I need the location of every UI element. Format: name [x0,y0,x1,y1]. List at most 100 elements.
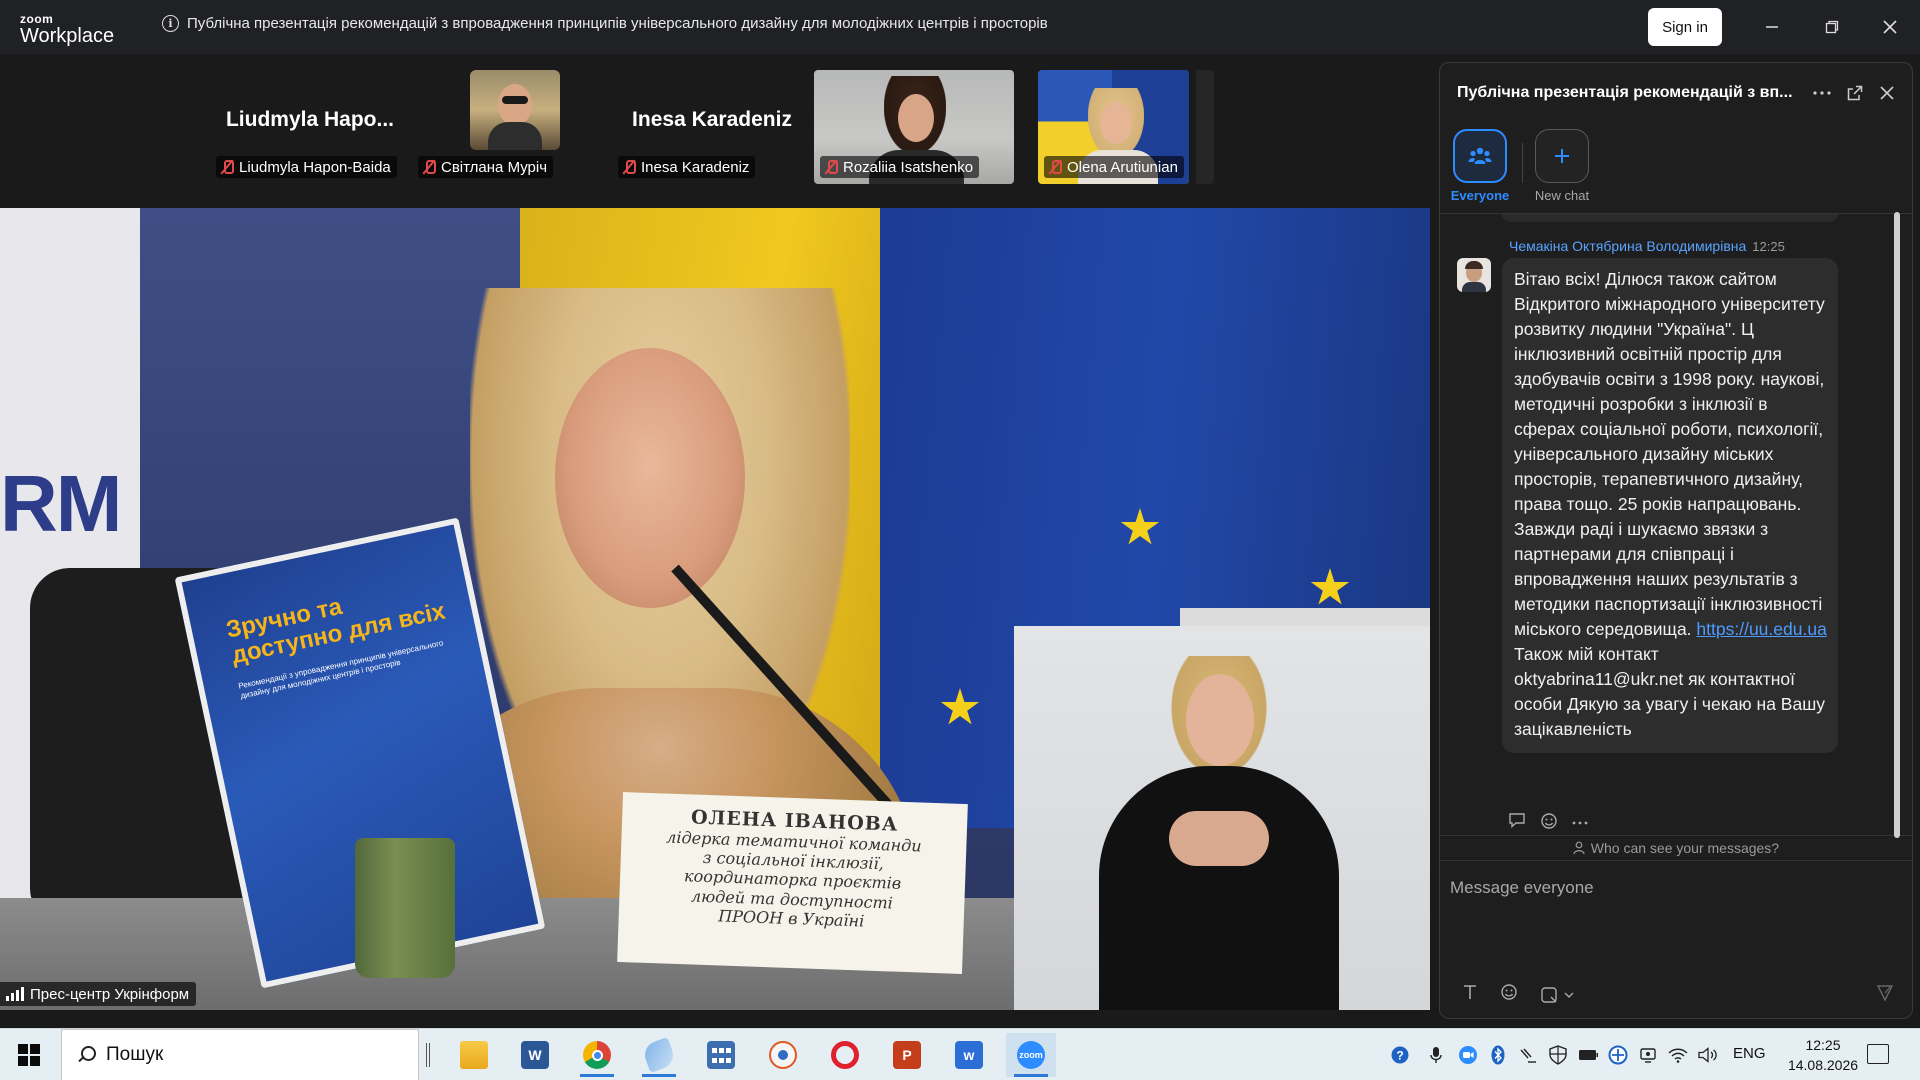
word-icon[interactable]: W [510,1033,560,1077]
notifications-icon[interactable] [1867,1044,1889,1064]
participant-label-text: Світлана Муріч [441,158,548,176]
send-icon[interactable] [1870,979,1900,1007]
help-icon[interactable]: ? [1390,1044,1410,1066]
sign-in-button[interactable]: Sign in [1648,8,1722,46]
logo-zoom-text: zoom [20,12,54,26]
participant-tile[interactable]: Liudmyla Hapo... Liudmyla Hapon-Baida [210,70,410,184]
meeting-info[interactable]: i Публічна презентація рекомендацій з вп… [162,15,1048,32]
taskbar-clock[interactable]: 12:25 14.08.2026 [1775,1035,1871,1075]
participant-name-big: Inesa Karadeniz [632,108,792,131]
paint-icon[interactable] [634,1033,684,1077]
microphone-tray-icon[interactable] [1426,1044,1446,1066]
participant-name-big: Liudmyla Hapo... [225,108,395,131]
person-lock-icon [1573,841,1585,855]
message-bubble[interactable]: Вітаю всіх! Ділюся також сайтом Відкрито… [1502,258,1838,753]
file-explorer-icon[interactable] [449,1033,499,1077]
bluetooth-icon[interactable] [1488,1044,1508,1066]
device-icon[interactable] [1638,1044,1658,1066]
photos-icon[interactable] [758,1033,808,1077]
title-bar: zoom Workplace i Публічна презентація ре… [0,0,1920,54]
video-caption: Прес-центр Укрінформ [0,982,197,1006]
chrome-icon[interactable] [572,1033,622,1077]
participant-strip: Liudmyla Hapo... Liudmyla Hapon-Baida Св… [0,54,1432,204]
close-chat-icon[interactable] [1875,81,1899,105]
who-can-see-text[interactable]: Who can see your messages? [1591,840,1779,856]
message-link[interactable]: https://uu.edu.ua [1696,619,1826,639]
participant-tile[interactable]: Світлана Муріч [412,70,567,184]
taskbar-search[interactable]: Пошук [61,1029,419,1080]
zoom-app-icon[interactable]: zoom [1006,1033,1056,1077]
participant-label-text: Rozaliia Isatshenko [843,158,974,176]
participant-label-text: Liudmyla Hapon-Baida [239,158,391,176]
chat-title: Публічна презентація рекомендацій з вп..… [1457,84,1793,101]
tab-everyone[interactable]: Everyone [1440,129,1520,203]
message-input[interactable] [1450,873,1890,903]
wifi-icon[interactable] [1668,1044,1688,1066]
speaker-face [555,348,745,608]
vpn-icon[interactable] [1608,1044,1628,1066]
message-sender-name[interactable]: Чемакіна Октябрина Володимирівна [1509,238,1746,254]
participant-label: Olena Arutiunian [1044,156,1184,178]
participant-tile[interactable]: Rozaliia Isatshenko [814,70,1014,184]
who-can-see-messages[interactable]: Who can see your messages? [1440,835,1912,861]
participant-tile[interactable]: Olena Arutiunian [1038,70,1189,184]
compose-toolbar [1462,983,1574,1006]
mic-off-icon [824,159,838,175]
windows-start-icon[interactable] [18,1044,40,1066]
reply-icon[interactable] [1508,812,1526,834]
calculator-icon[interactable] [696,1033,746,1077]
previous-message-bubble [1500,214,1840,222]
close-window-icon[interactable] [1870,12,1910,42]
zoom-tray-icon[interactable] [1458,1044,1478,1066]
screenshot-icon[interactable] [1540,986,1574,1004]
powerpoint-icon[interactable]: P [882,1033,932,1077]
svg-text:?: ? [1396,1049,1403,1063]
message-more-icon[interactable] [1572,812,1588,834]
mic-off-icon [622,159,636,175]
strip-scroll-handle[interactable] [1196,70,1214,184]
chat-scrollbar[interactable] [1894,212,1900,838]
mic-off-icon [422,159,436,175]
main-video[interactable]: RM Зручно та доступно для всіх Рекоменда… [0,208,1430,1010]
battery-icon[interactable] [1578,1044,1598,1066]
clock-date: 14.08.2026 [1787,1057,1859,1073]
emoji-icon[interactable] [1500,983,1518,1006]
restore-icon[interactable] [1812,12,1852,42]
participant-tile[interactable]: Inesa Karadeniz Inesa Karadeniz [612,70,812,184]
logo-workplace-text: Workplace [20,25,115,47]
chat-header: Публічна презентація рекомендацій з вп..… [1440,63,1912,123]
interpreter-face [1186,674,1254,766]
message-actions [1508,812,1588,834]
participant-label: Liudmyla Hapon-Baida [216,156,397,178]
participant-label-text: Inesa Karadeniz [641,158,750,176]
more-options-icon[interactable] [1810,81,1834,105]
video-caption-text: Прес-центр Укрінформ [30,985,190,1003]
message-text: Вітаю всіх! Ділюся також сайтом Відкрито… [1514,269,1825,639]
accessibility-icon[interactable] [1518,1044,1538,1066]
chevron-down-icon[interactable] [1564,992,1574,998]
avatar[interactable] [1457,258,1491,292]
message-sender[interactable]: Чемакіна Октябрина Володимирівна 12:25 [1509,238,1785,254]
volume-icon[interactable] [1698,1044,1718,1066]
language-indicator[interactable]: ENG [1733,1045,1766,1062]
banner-text: RM [0,459,122,548]
info-icon[interactable]: i [162,15,179,32]
participant-label: Inesa Karadeniz [618,156,756,178]
security-shield-icon[interactable] [1548,1044,1568,1066]
word-2-icon[interactable]: w [944,1033,994,1077]
format-text-icon[interactable] [1462,984,1478,1005]
chat-recipient-tabs: Everyone New chat [1440,129,1912,209]
chat-message-list[interactable]: Чемакіна Октябрина Володимирівна 12:25 Ві… [1440,213,1912,835]
cup [355,838,455,978]
search-icon [76,1045,96,1065]
opera-icon[interactable] [820,1033,870,1077]
emoji-reaction-icon[interactable] [1540,812,1558,834]
tab-new-chat-label: New chat [1534,188,1590,203]
sign-language-interpreter-video[interactable] [1014,626,1430,1010]
pop-out-icon[interactable] [1843,81,1867,105]
participant-label-text: Olena Arutiunian [1067,158,1178,176]
interpreter-hands [1169,811,1269,866]
minimize-icon[interactable] [1752,12,1792,42]
signal-strength-icon [6,987,24,1001]
tab-new-chat[interactable]: New chat [1522,129,1602,203]
